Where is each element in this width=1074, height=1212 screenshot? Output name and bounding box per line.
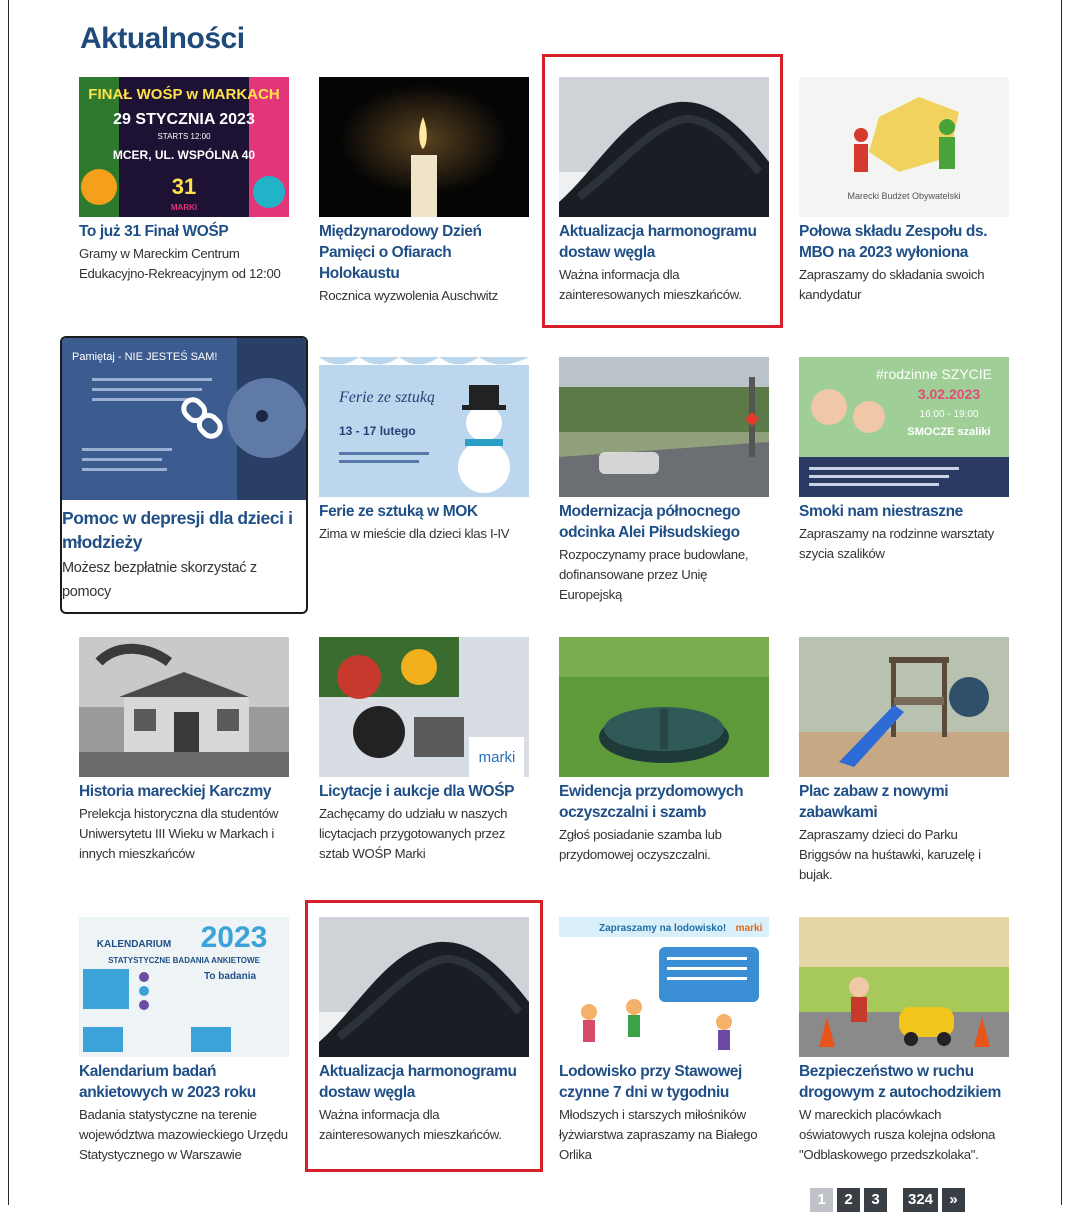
page-last-button[interactable]: 324 (903, 1188, 939, 1212)
news-card-focused[interactable]: Pamiętaj - NIE JESTEŚ SAM! Pomoc w depre… (60, 336, 308, 614)
news-thumbnail-septic[interactable] (559, 637, 769, 777)
news-title[interactable]: Kalendarium badań ankietowych w 2023 rok… (79, 1061, 289, 1103)
svg-text:Pamiętaj - NIE JESTEŚ SAM!: Pamiętaj - NIE JESTEŚ SAM! (72, 350, 217, 363)
pagination: 1 2 3 324 » (810, 1188, 966, 1212)
svg-text:FINAŁ WOŚP w MARKACH: FINAŁ WOŚP w MARKACH (88, 85, 279, 103)
news-thumbnail-depression[interactable]: Pamiętaj - NIE JESTEŚ SAM! (62, 338, 306, 500)
news-thumbnail-mbo[interactable]: Marecki Budżet Obywatelski (799, 77, 1009, 217)
svg-text:#rodzinne SZYCIE: #rodzinne SZYCIE (876, 366, 992, 382)
svg-text:2023: 2023 (201, 921, 268, 954)
page-2-button[interactable]: 2 (837, 1188, 860, 1212)
news-card[interactable]: #rodzinne SZYCIE 3.02.2023 16:00 - 19:00… (799, 357, 1009, 564)
news-title[interactable]: Pomoc w depresji dla dzieci i młodzieży (62, 506, 306, 554)
news-description: Zapraszamy na rodzinne warsztaty szycia … (799, 526, 994, 561)
news-title[interactable]: Ferie ze sztuką w MOK (319, 501, 529, 522)
news-card[interactable]: FINAŁ WOŚP w MARKACH 29 STYCZNIA 2023 ST… (79, 77, 289, 284)
news-title[interactable]: Aktualizacja harmonogramu dostaw węgla (559, 221, 769, 263)
news-card[interactable]: Aktualizacja harmonogramu dostaw węgla W… (559, 77, 769, 305)
news-description: W mareckich placówkach oświatowych rusza… (799, 1107, 996, 1162)
news-thumbnail-karczma[interactable] (79, 637, 289, 777)
news-title[interactable]: Połowa składu Zespołu ds. MBO na 2023 wy… (799, 221, 1009, 263)
svg-text:16:00 - 19:00: 16:00 - 19:00 (920, 409, 979, 420)
news-thumbnail-licytacje[interactable]: marki (319, 637, 529, 777)
news-thumbnail-coal[interactable] (559, 77, 769, 217)
news-description: Gramy w Mareckim Centrum Edukacyjno-Rekr… (79, 246, 281, 281)
svg-text:KALENDARIUM: KALENDARIUM (97, 939, 171, 950)
svg-text:STATYSTYCZNE BADANIA ANKIETOWE: STATYSTYCZNE BADANIA ANKIETOWE (108, 956, 261, 965)
news-description: Zachęcamy do udziału w naszych licytacja… (319, 806, 508, 861)
page-3-button[interactable]: 3 (864, 1188, 887, 1212)
news-card[interactable]: KALENDARIUM 2023 STATYSTYCZNE BADANIA AN… (79, 917, 289, 1165)
svg-text:Marecki Budżet Obywatelski: Marecki Budżet Obywatelski (847, 191, 960, 201)
news-description: Prelekcja historyczna dla studentów Uniw… (79, 806, 279, 861)
news-thumbnail-kalendarium[interactable]: KALENDARIUM 2023 STATYSTYCZNE BADANIA AN… (79, 917, 289, 1057)
news-thumbnail-ferie[interactable]: Ferie ze sztuką 13 - 17 lutego (319, 357, 529, 497)
news-title[interactable]: Bezpieczeństwo w ruchu drogowym z autoch… (799, 1061, 1009, 1103)
news-thumbnail-smoki[interactable]: #rodzinne SZYCIE 3.02.2023 16:00 - 19:00… (799, 357, 1009, 497)
news-title[interactable]: Lodowisko przy Stawowej czynne 7 dni w t… (559, 1061, 769, 1103)
svg-text:3.02.2023: 3.02.2023 (918, 386, 980, 402)
pagination-gap (891, 1188, 899, 1212)
news-description: Ważna informacja dla zainteresowanych mi… (559, 267, 742, 302)
svg-text:MARKI: MARKI (171, 203, 197, 212)
news-description: Możesz bezpłatnie skorzystać z pomocy (62, 560, 257, 600)
news-card[interactable]: Zapraszamy na lodowisko! marki Lodowisko… (559, 917, 769, 1165)
svg-text:31: 31 (172, 174, 196, 199)
news-thumbnail-wosp[interactable]: FINAŁ WOŚP w MARKACH 29 STYCZNIA 2023 ST… (79, 77, 289, 217)
news-card[interactable]: Ewidencja przydomowych oczyszczalni i sz… (559, 637, 769, 865)
news-title[interactable]: Smoki nam niestraszne (799, 501, 1009, 522)
news-thumbnail-candle[interactable] (319, 77, 529, 217)
news-title[interactable]: Licytacje i aukcje dla WOŚP (319, 781, 529, 802)
news-card[interactable]: Ferie ze sztuką 13 - 17 lutego Ferie ze … (319, 357, 529, 544)
svg-text:29 STYCZNIA 2023: 29 STYCZNIA 2023 (113, 111, 255, 128)
news-card[interactable]: Historia mareckiej Karczmy Prelekcja his… (79, 637, 289, 864)
next-page-icon[interactable]: » (942, 1188, 966, 1212)
section-title: Aktualności (80, 22, 245, 55)
news-card[interactable]: Plac zabaw z nowymi zabawkami Zapraszamy… (799, 637, 1009, 885)
news-card[interactable]: Modernizacja północnego odcinka Alei Pił… (559, 357, 769, 605)
news-thumbnail-lodowisko[interactable]: Zapraszamy na lodowisko! marki (559, 917, 769, 1057)
news-title[interactable]: Historia mareckiej Karczmy (79, 781, 289, 802)
news-title[interactable]: Plac zabaw z nowymi zabawkami (799, 781, 1009, 823)
news-title[interactable]: To już 31 Finał WOŚP (79, 221, 289, 242)
news-title[interactable]: Modernizacja północnego odcinka Alei Pił… (559, 501, 769, 543)
news-card[interactable]: Marecki Budżet Obywatelski Połowa składu… (799, 77, 1009, 305)
news-description: Badania statystyczne na terenie wojewódz… (79, 1107, 288, 1162)
news-title[interactable]: Międzynarodowy Dzień Pamięci o Ofiarach … (319, 221, 529, 284)
news-thumbnail-coal[interactable] (319, 917, 529, 1057)
news-description: Ważna informacja dla zainteresowanych mi… (319, 1107, 502, 1142)
page-1-button[interactable]: 1 (810, 1188, 833, 1212)
news-thumbnail-road[interactable] (559, 357, 769, 497)
news-thumbnail-autochodzik[interactable] (799, 917, 1009, 1057)
svg-text:To badania: To badania (204, 971, 256, 982)
svg-text:marki: marki (736, 923, 763, 934)
news-title[interactable]: Ewidencja przydomowych oczyszczalni i sz… (559, 781, 769, 823)
news-description: Rozpoczynamy prace budowlane, dofinansow… (559, 547, 749, 602)
svg-text:13 - 17 lutego: 13 - 17 lutego (339, 424, 416, 438)
news-description: Zapraszamy dzieci do Parku Briggsów na h… (799, 827, 981, 882)
news-description: Zima w mieście dla dzieci klas I-IV (319, 526, 510, 541)
news-card[interactable]: Międzynarodowy Dzień Pamięci o Ofiarach … (319, 77, 529, 306)
news-thumbnail-playground[interactable] (799, 637, 1009, 777)
news-title[interactable]: Aktualizacja harmonogramu dostaw węgla (319, 1061, 529, 1103)
news-card[interactable]: marki Licytacje i aukcje dla WOŚP Zachęc… (319, 637, 529, 864)
news-card[interactable]: Aktualizacja harmonogramu dostaw węgla W… (319, 917, 529, 1145)
svg-text:Ferie ze sztuką: Ferie ze sztuką (338, 389, 435, 406)
svg-text:marki: marki (479, 749, 516, 766)
svg-text:SMOCZE szaliki: SMOCZE szaliki (907, 426, 990, 438)
news-card[interactable]: Bezpieczeństwo w ruchu drogowym z autoch… (799, 917, 1009, 1165)
news-description: Zapraszamy do składania swoich kandydatu… (799, 267, 985, 302)
news-description: Młodszych i starszych miłośników łyżwiar… (559, 1107, 758, 1162)
news-description: Rocznica wyzwolenia Auschwitz (319, 288, 498, 303)
news-description: Zgłoś posiadanie szamba lub przydomowej … (559, 827, 722, 862)
svg-text:STARTS 12:00: STARTS 12:00 (157, 132, 211, 141)
svg-text:MCER, UL. WSPÓLNA 40: MCER, UL. WSPÓLNA 40 (113, 147, 256, 162)
svg-text:Zapraszamy na lodowisko!: Zapraszamy na lodowisko! (599, 923, 726, 934)
